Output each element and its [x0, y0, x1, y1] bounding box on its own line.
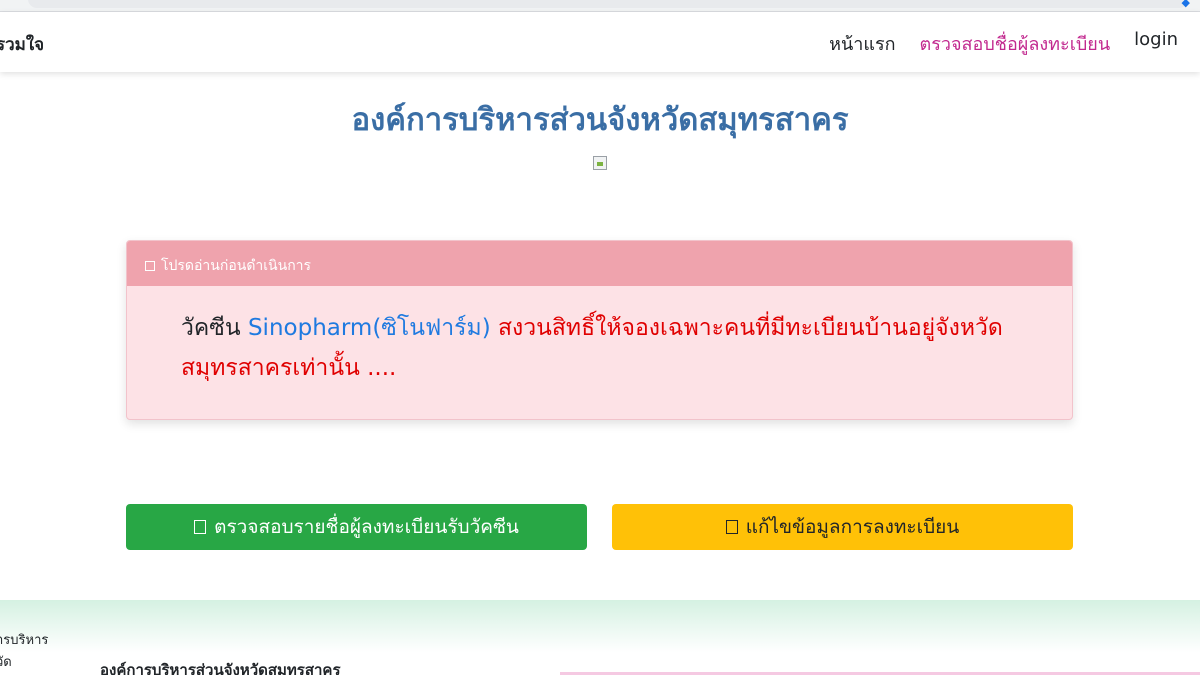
notice-card: โปรดอ่านก่อนดำเนินการ วัคซีน Sinopharm(ซ… [126, 240, 1073, 420]
footer-left-line1: ารบริหาร [0, 633, 49, 648]
broken-image-icon [593, 156, 607, 170]
check-registrants-button[interactable]: ตรวจสอบรายชื่อผู้ลงทะเบียนรับวัคซีน [126, 504, 587, 550]
notice-vaccine-name: Sinopharm(ซิโนฟาร์ม) [247, 315, 491, 341]
page-title: องค์การบริหารส่วนจังหวัดสมุทรสาคร [351, 102, 849, 138]
browser-chrome: ◆ [0, 0, 1200, 12]
nav-link-home[interactable]: หน้าแรก [829, 29, 895, 58]
edit-registration-label: แก้ไขข้อมูลการลงทะเบียน [745, 516, 960, 538]
notice-text-prefix: วัคซีน [181, 315, 241, 341]
notice-header-text: โปรดอ่านก่อนดำเนินการ [161, 258, 312, 274]
nav-link-login[interactable]: login [1134, 29, 1178, 58]
nav-links: หน้าแรก ตรวจสอบชื่อผู้ลงทะเบียน login [829, 29, 1178, 58]
edit-registration-button[interactable]: แก้ไขข้อมูลการลงทะเบียน [612, 504, 1073, 550]
address-bar[interactable] [28, 0, 1188, 8]
footer-logo-text: ารบริหาร วัด [0, 630, 48, 674]
nav-link-check-registrants[interactable]: ตรวจสอบชื่อผู้ลงทะเบียน [920, 29, 1111, 58]
extension-icon[interactable]: ◆ [1182, 0, 1190, 9]
footer-org-name: องค์การบริหารส่วนจังหวัดสมุทรสาคร [100, 661, 341, 675]
navbar: รวมใจ หน้าแรก ตรวจสอบชื่อผู้ลงทะเบียน lo… [0, 12, 1200, 72]
info-icon [145, 261, 155, 271]
notice-body: วัคซีน Sinopharm(ซิโนฟาร์ม) สงวนสิทธิ์ให… [127, 286, 1072, 388]
check-registrants-label: ตรวจสอบรายชื่อผู้ลงทะเบียนรับวัคซีน [214, 516, 519, 538]
notice-header: โปรดอ่านก่อนดำเนินการ [127, 241, 1072, 286]
list-icon [194, 520, 207, 534]
footer-left-line2: วัด [0, 655, 12, 670]
footer: ารบริหาร วัด องค์การบริหารส่วนจังหวัดสมุ… [0, 600, 1200, 675]
edit-icon [725, 520, 738, 534]
navbar-brand[interactable]: รวมใจ [0, 31, 44, 58]
